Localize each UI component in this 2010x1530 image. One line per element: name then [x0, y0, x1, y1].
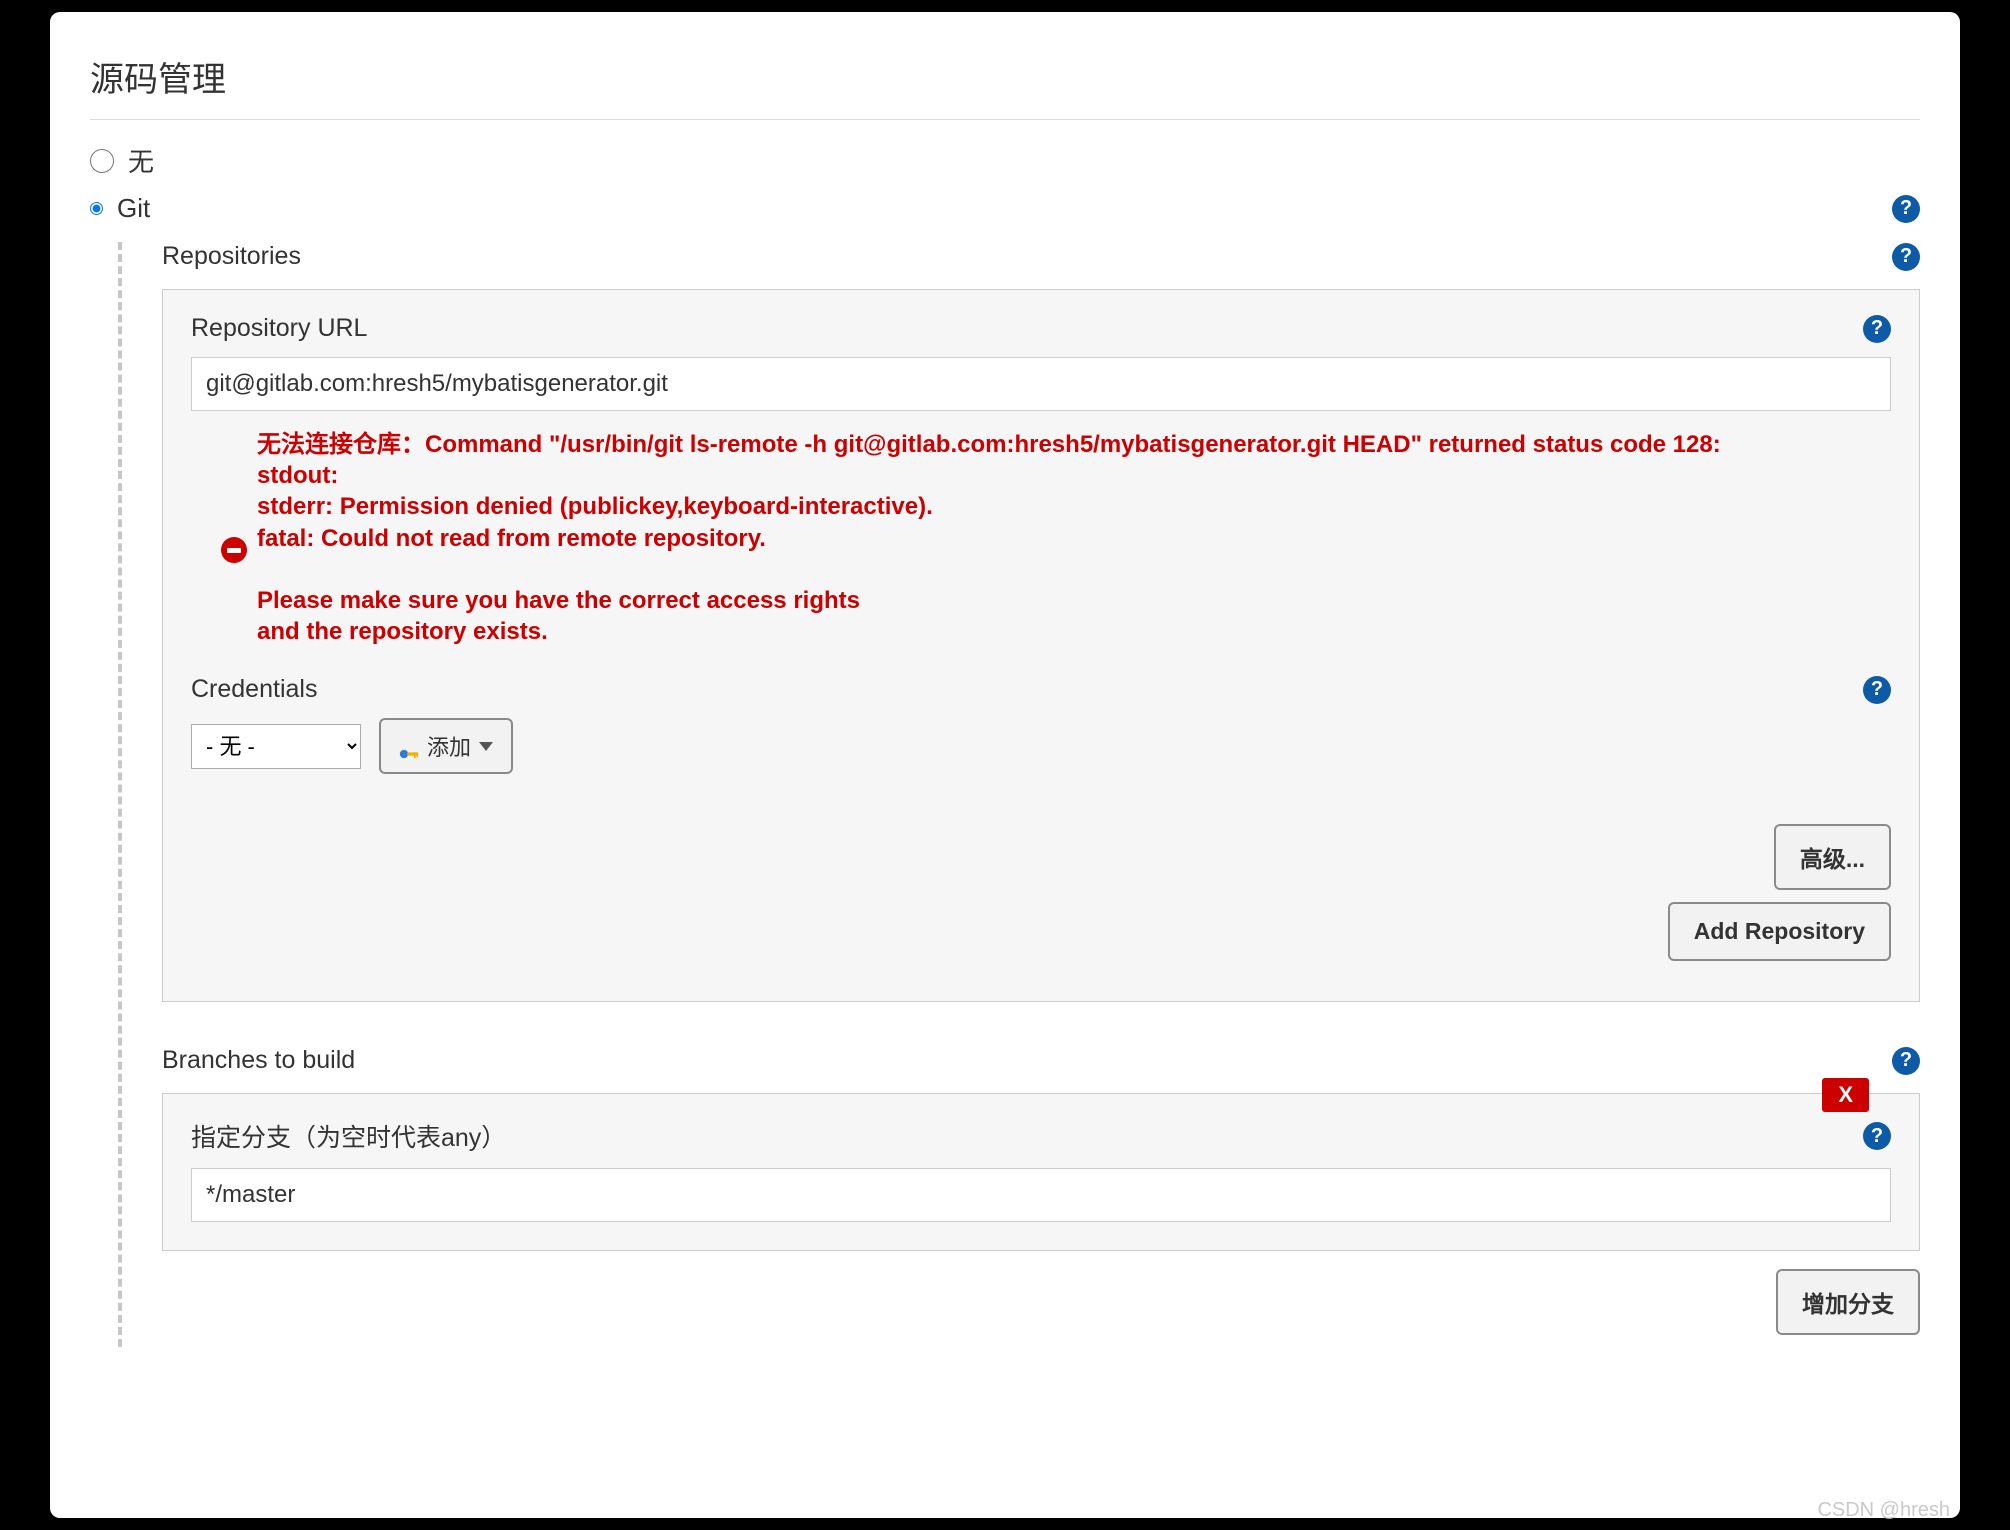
- add-credentials-label: 添加: [427, 730, 471, 762]
- error-icon: [221, 537, 247, 563]
- help-icon[interactable]: ?: [1892, 1047, 1920, 1075]
- branch-box: X 指定分支（为空时代表any） ?: [162, 1093, 1920, 1251]
- add-repository-button[interactable]: Add Repository: [1668, 902, 1891, 961]
- help-icon[interactable]: ?: [1892, 195, 1920, 223]
- credentials-select[interactable]: - 无 -: [191, 724, 361, 769]
- key-icon: [399, 740, 419, 752]
- watermark: CSDN @hresh: [1817, 1499, 1950, 1522]
- help-icon[interactable]: ?: [1863, 315, 1891, 343]
- scm-none-label: 无: [128, 142, 154, 179]
- help-icon[interactable]: ?: [1863, 676, 1891, 704]
- branch-specifier-label: 指定分支（为空时代表any）: [191, 1118, 506, 1154]
- scm-radio-git-input[interactable]: [90, 202, 103, 215]
- error-block: 无法连接仓库：Command "/usr/bin/git ls-remote -…: [221, 429, 1891, 647]
- repositories-header: Repositories: [162, 242, 301, 271]
- error-text: 无法连接仓库：Command "/usr/bin/git ls-remote -…: [257, 429, 1721, 647]
- scm-radio-git[interactable]: Git: [90, 193, 150, 224]
- delete-branch-button[interactable]: X: [1822, 1078, 1869, 1112]
- scm-radio-none-input[interactable]: [90, 149, 114, 173]
- help-icon[interactable]: ?: [1863, 1122, 1891, 1150]
- repo-url-label: Repository URL: [191, 314, 367, 343]
- branch-specifier-input[interactable]: [191, 1168, 1891, 1222]
- scm-radio-none[interactable]: 无: [90, 142, 1920, 179]
- repository-box: Repository URL ? 无法连接仓库：Command "/usr/bi…: [162, 289, 1920, 1002]
- credentials-label: Credentials: [191, 675, 317, 704]
- help-icon[interactable]: ?: [1892, 243, 1920, 271]
- advanced-button[interactable]: 高级...: [1774, 824, 1891, 890]
- indent-rail: [118, 242, 154, 1347]
- branches-header: Branches to build: [162, 1046, 355, 1075]
- scm-git-label: Git: [117, 193, 150, 224]
- add-credentials-button[interactable]: 添加: [379, 718, 513, 774]
- chevron-down-icon: [479, 742, 493, 751]
- repo-url-input[interactable]: [191, 357, 1891, 411]
- add-branch-button[interactable]: 增加分支: [1776, 1269, 1920, 1335]
- section-title: 源码管理: [90, 52, 1920, 120]
